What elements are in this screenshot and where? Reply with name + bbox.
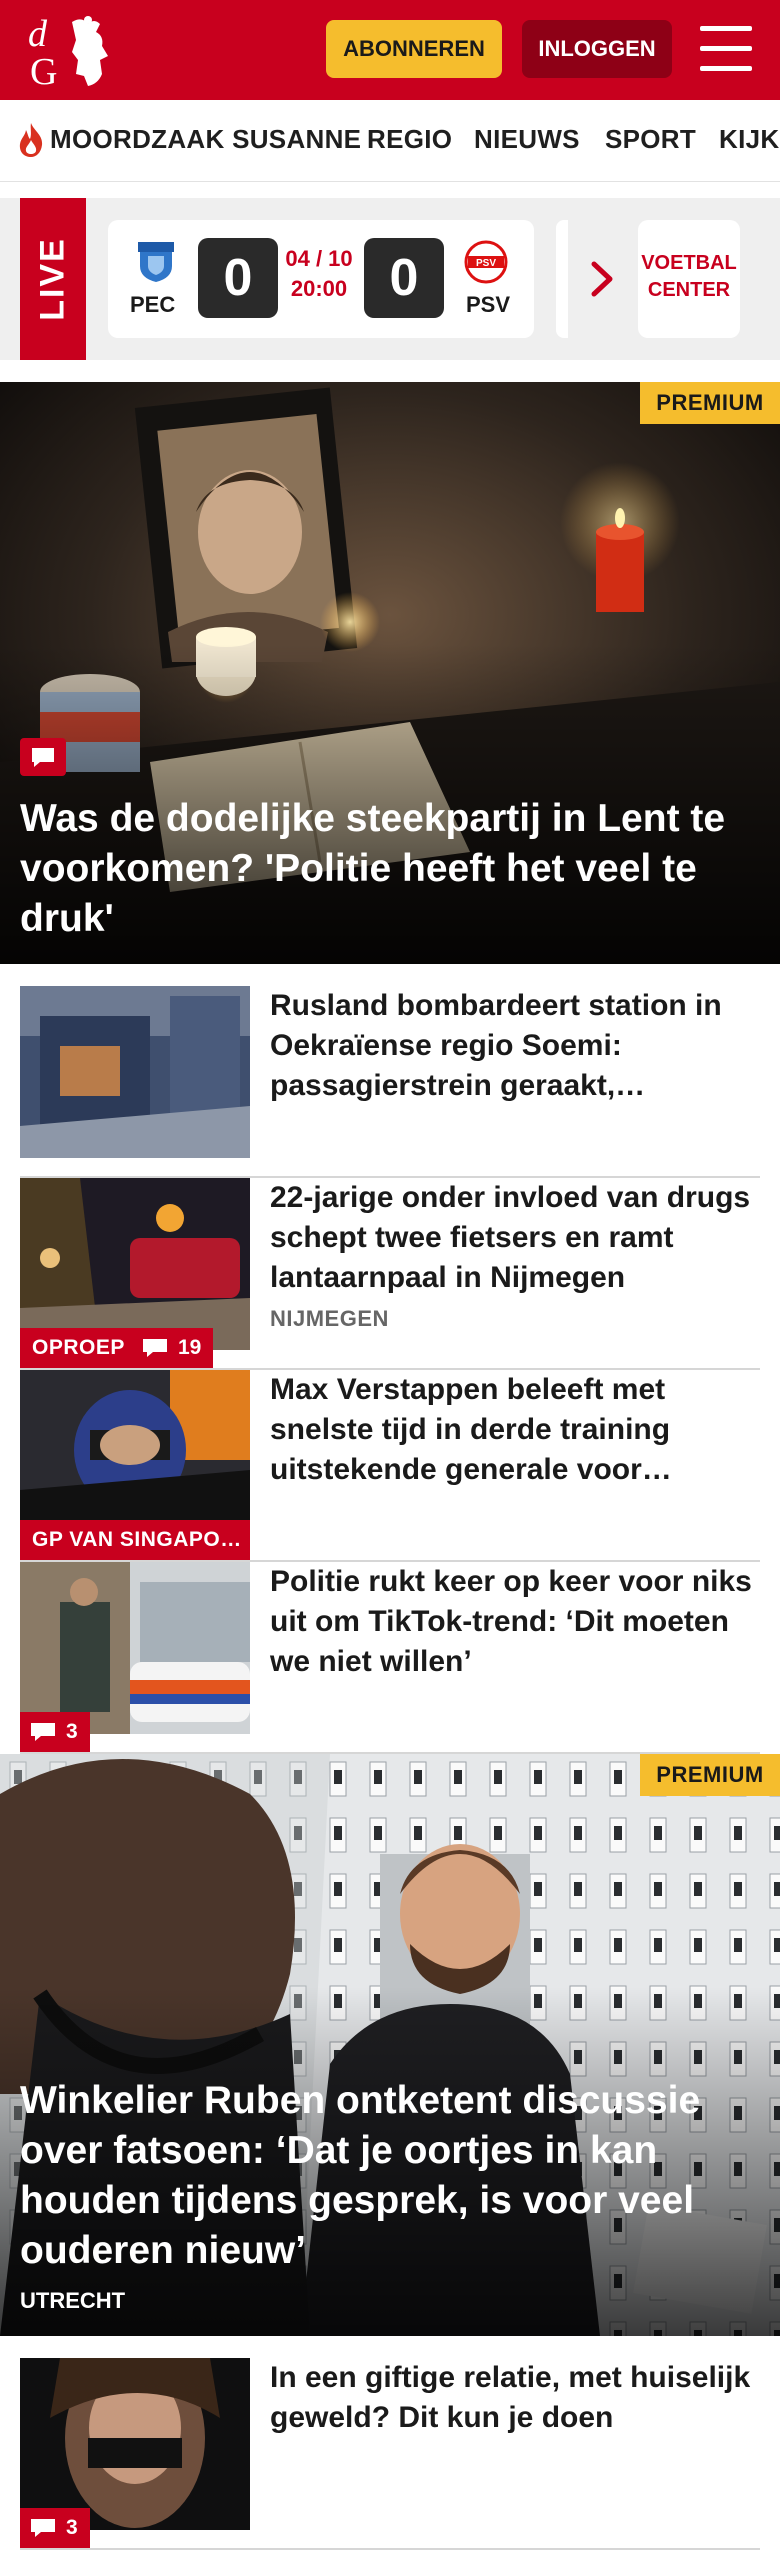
nav-item-regio[interactable]: REGIO xyxy=(367,124,452,155)
article-thumbnail xyxy=(20,1370,250,1542)
article-tag: OPROEP xyxy=(20,1328,137,1368)
hero-location: UTRECHT xyxy=(20,2288,126,2313)
nav-item-moordzaak[interactable]: MOORDZAAK SUSANNE xyxy=(50,124,361,155)
home-score: 0 xyxy=(198,238,278,318)
comment-count[interactable]: 3 xyxy=(20,2508,90,2548)
nav-item-nieuws[interactable]: NIEUWS xyxy=(474,124,580,155)
comment-icon[interactable] xyxy=(20,738,66,776)
hero-article[interactable]: PREMIUM Winkelier Ruben ontketent discus… xyxy=(0,1754,780,2336)
list-item[interactable]: 3 Politie rukt keer op keer voor niks ui… xyxy=(20,1562,760,1754)
nav-item-kijk[interactable]: KIJK xyxy=(719,124,779,155)
article-thumbnail xyxy=(20,2358,250,2530)
hero-title[interactable]: Was de dodelijke steekpartij in Lent te … xyxy=(20,794,760,944)
list-item[interactable]: 3 In een giftige relatie, met huiselijk … xyxy=(20,2358,760,2550)
pec-logo-icon xyxy=(138,242,174,282)
live-scores-strip: LIVE PEC 0 04 / 10 20:00 0 PSV PSV VOETB… xyxy=(0,198,780,360)
svg-text:G: G xyxy=(30,51,57,92)
article-thumbnail xyxy=(20,1178,250,1350)
away-team-name: PSV xyxy=(466,292,511,317)
live-label: LIVE xyxy=(20,198,86,360)
premium-badge: PREMIUM xyxy=(640,1754,780,1796)
next-match-card[interactable] xyxy=(556,220,568,338)
brand-logo[interactable]: d G xyxy=(22,8,118,92)
match-card[interactable]: PEC 0 04 / 10 20:00 0 PSV PSV xyxy=(108,220,534,338)
article-tag: GP VAN SINGAPO… xyxy=(20,1520,250,1560)
hero-title[interactable]: Winkelier Ruben ontketent discussie over… xyxy=(20,2076,760,2276)
main-nav: MOORDZAAK SUSANNE REGIO NIEUWS SPORT KIJ… xyxy=(0,100,780,182)
away-score: 0 xyxy=(364,238,444,318)
site-header: d G ABONNEREN INLOGGEN xyxy=(0,0,780,100)
subscribe-button[interactable]: ABONNEREN xyxy=(326,20,502,78)
article-thumbnail xyxy=(20,1562,250,1734)
menu-icon[interactable] xyxy=(700,26,752,72)
match-date: 04 / 10 xyxy=(285,246,353,271)
list-item[interactable]: OPROEP 19 22-jarige onder invloed van dr… xyxy=(20,1178,760,1370)
list-item[interactable]: GP VAN SINGAPO… Max Verstappen beleeft m… xyxy=(20,1370,760,1562)
comment-count[interactable]: 3 xyxy=(20,1712,90,1752)
article-location: NIJMEGEN xyxy=(270,1306,389,1331)
login-button[interactable]: INLOGGEN xyxy=(522,20,672,78)
comment-count[interactable]: 19 xyxy=(132,1328,214,1368)
flame-icon xyxy=(19,123,43,157)
article-title[interactable]: Rusland bombardeert station in Oekraïens… xyxy=(270,986,760,1106)
svg-text:d: d xyxy=(28,13,48,55)
article-title[interactable]: Max Verstappen beleeft met snelste tijd … xyxy=(270,1370,760,1490)
article-title[interactable]: Politie rukt keer op keer voor niks uit … xyxy=(270,1562,760,1682)
article-title[interactable]: 22-jarige onder invloed van drugs schept… xyxy=(270,1178,760,1298)
hero-article[interactable]: PREMIUM Was de dodelijke steekpartij in … xyxy=(0,382,780,964)
premium-badge: PREMIUM xyxy=(640,382,780,424)
chevron-right-icon[interactable] xyxy=(590,260,616,298)
nav-item-sport[interactable]: SPORT xyxy=(605,124,696,155)
list-item[interactable]: Rusland bombardeert station in Oekraïens… xyxy=(20,986,760,1178)
home-team-name: PEC xyxy=(130,292,176,317)
voetbal-center-link[interactable]: VOETBAL CENTER xyxy=(638,220,740,338)
match-time: 20:00 xyxy=(290,276,348,301)
psv-logo-icon: PSV xyxy=(464,240,508,284)
article-thumbnail xyxy=(20,986,250,1158)
svg-text:PSV: PSV xyxy=(476,258,496,269)
article-title[interactable]: In een giftige relatie, met huiselijk ge… xyxy=(270,2358,760,2438)
